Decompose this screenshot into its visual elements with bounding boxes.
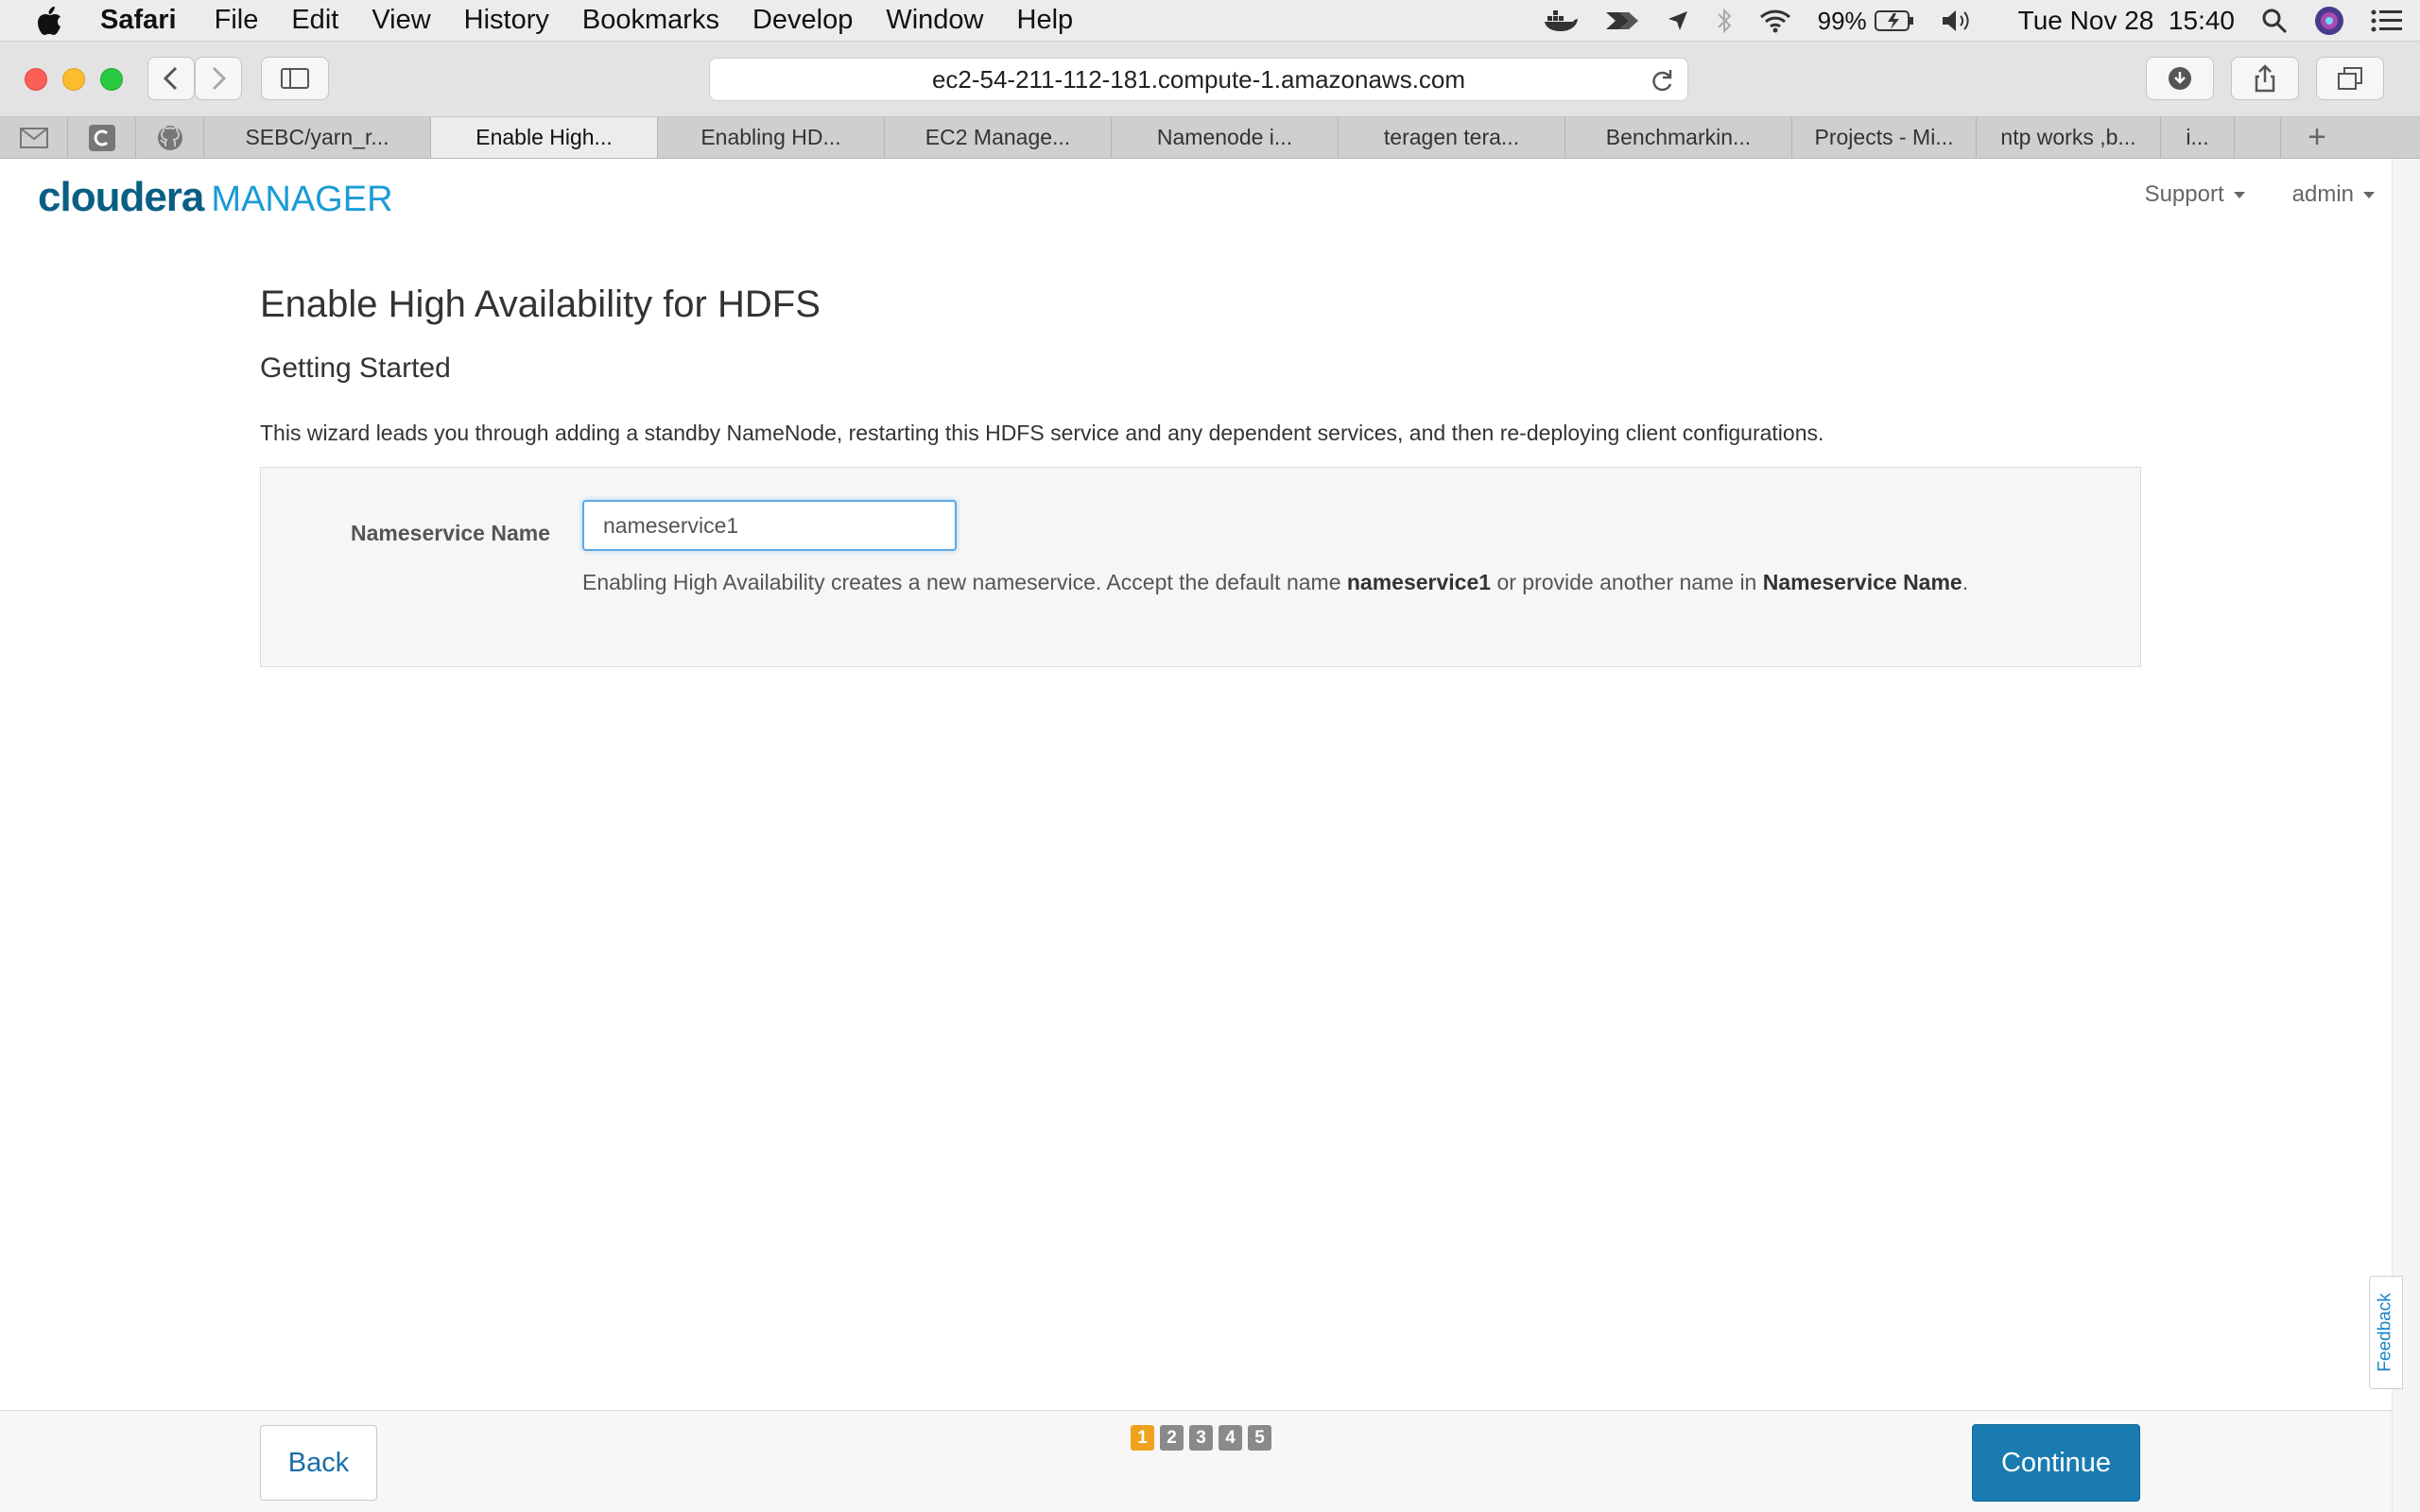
tab-enable-high-availability[interactable]: Enable High...: [431, 117, 658, 158]
apple-logo-icon[interactable]: [36, 6, 72, 36]
cloudera-manager-logo[interactable]: cloudera MANAGER: [38, 174, 393, 221]
nameservice-help-text: Enabling High Availability creates a new…: [582, 570, 1968, 595]
step-indicator: 1 2 3 4 5: [1131, 1425, 1271, 1451]
window-close-button[interactable]: [25, 68, 47, 91]
share-button[interactable]: [2231, 57, 2299, 100]
caret-down-icon: [2363, 191, 2375, 198]
feedback-label: Feedback: [2376, 1293, 2396, 1372]
help-suffix: .: [1962, 570, 1969, 594]
siri-icon[interactable]: [2314, 6, 2344, 36]
menu-history[interactable]: History: [464, 5, 549, 36]
chevron-right-icon: [212, 66, 227, 91]
battery-percent: 99%: [1817, 6, 1867, 35]
tab-bar: SEBC/yarn_r... Enable High... Enabling H…: [0, 117, 2420, 159]
url-bar[interactable]: ec2-54-211-112-181.compute-1.amazonaws.c…: [709, 58, 1688, 101]
new-tab-button[interactable]: +: [2281, 117, 2353, 158]
user-menu[interactable]: admin: [2292, 181, 2375, 208]
page-title: Enable High Availability for HDFS: [260, 284, 821, 325]
tab-enabling-hdfs[interactable]: Enabling HD...: [658, 117, 885, 158]
support-menu-label: Support: [2144, 181, 2224, 207]
help-middle: or provide another name in: [1491, 570, 1763, 594]
sidebar-toggle-button[interactable]: [261, 57, 329, 100]
battery-charging-icon[interactable]: [1874, 9, 1914, 32]
macos-menu-bar: Safari File Edit View History Bookmarks …: [0, 0, 2420, 42]
help-field-name: Nameservice Name: [1762, 570, 1962, 594]
caret-down-icon: [2233, 191, 2245, 198]
window-minimize-button[interactable]: [62, 68, 85, 91]
forward-nav-button[interactable]: [195, 57, 242, 100]
spotlight-search-icon[interactable]: [2261, 8, 2288, 34]
nameservice-form: Nameservice Name Enabling High Availabil…: [260, 467, 2141, 667]
download-icon: [2169, 67, 2191, 90]
tab-benchmarking[interactable]: Benchmarkin...: [1565, 117, 1792, 158]
github-icon: [157, 125, 182, 150]
tab-overview-button[interactable]: [2316, 57, 2384, 100]
tab-namenode[interactable]: Namenode i...: [1112, 117, 1339, 158]
help-default-name: nameservice1: [1346, 570, 1492, 594]
location-arrow-icon[interactable]: [1667, 9, 1689, 32]
logo-sub-text: MANAGER: [211, 180, 393, 219]
menu-window[interactable]: Window: [886, 5, 983, 36]
wifi-icon[interactable]: [1759, 9, 1791, 33]
back-nav-button[interactable]: [147, 57, 195, 100]
chevron-left-icon: [163, 66, 178, 91]
wizard-description: This wizard leads you through adding a s…: [260, 421, 1824, 445]
pinned-tab-c[interactable]: [68, 117, 136, 158]
step-4[interactable]: 4: [1219, 1425, 1242, 1451]
tab-ntp-works[interactable]: ntp works ,b...: [1977, 117, 2161, 158]
help-prefix: Enabling High Availability creates a new…: [582, 570, 1347, 594]
docker-icon[interactable]: [1544, 9, 1578, 33]
feedback-tab[interactable]: Feedback: [2369, 1276, 2403, 1389]
menu-app-safari[interactable]: Safari: [100, 5, 177, 36]
menu-help[interactable]: Help: [1017, 5, 1074, 36]
menu-file[interactable]: File: [215, 5, 259, 36]
wizard-content: Enable High Availability for HDFS Gettin…: [260, 284, 2141, 667]
tab-overflow: [2235, 117, 2281, 158]
pinned-tab-github[interactable]: [136, 117, 204, 158]
notification-center-icon[interactable]: [2371, 9, 2403, 33]
menubar-clock[interactable]: Tue Nov 28 15:40: [2018, 6, 2235, 36]
menu-edit[interactable]: Edit: [291, 5, 338, 36]
wizard-footer: Back 1 2 3 4 5 Continue: [0, 1410, 2392, 1512]
step-5[interactable]: 5: [1248, 1425, 1271, 1451]
downloads-button[interactable]: [2146, 57, 2214, 100]
user-menu-label: admin: [2291, 181, 2354, 207]
header-nav: Support admin: [2145, 181, 2375, 208]
nameservice-name-label: Nameservice Name: [351, 521, 550, 545]
tab-teragen[interactable]: teragen tera...: [1339, 117, 1565, 158]
menu-bookmarks[interactable]: Bookmarks: [582, 5, 719, 36]
share-icon: [2255, 64, 2275, 93]
volume-icon[interactable]: [1941, 9, 1973, 33]
tab-sebc-yarn[interactable]: SEBC/yarn_r...: [204, 117, 431, 158]
tab-truncated[interactable]: i...: [2161, 117, 2235, 158]
menu-develop[interactable]: Develop: [752, 5, 853, 36]
menu-view[interactable]: View: [372, 5, 430, 36]
browser-toolbar: ec2-54-211-112-181.compute-1.amazonaws.c…: [0, 42, 2420, 117]
tabs-overview-icon: [2338, 67, 2362, 90]
window-zoom-button[interactable]: [100, 68, 123, 91]
step-2[interactable]: 2: [1160, 1425, 1184, 1451]
tab-projects[interactable]: Projects - Mi...: [1792, 117, 1977, 158]
support-menu[interactable]: Support: [2145, 181, 2245, 208]
mail-icon: [19, 127, 48, 148]
step-title: Getting Started: [260, 352, 451, 384]
step-3[interactable]: 3: [1189, 1425, 1213, 1451]
logo-main-text: cloudera: [38, 174, 204, 220]
transmit-icon[interactable]: [1604, 9, 1640, 33]
back-button[interactable]: Back: [260, 1425, 377, 1501]
reload-icon[interactable]: [1650, 67, 1674, 100]
pinned-tab-mail[interactable]: [0, 117, 68, 158]
app-header: cloudera MANAGER Support admin: [0, 159, 2420, 234]
continue-button[interactable]: Continue: [1972, 1424, 2140, 1502]
step-1[interactable]: 1: [1131, 1425, 1154, 1451]
bluetooth-icon[interactable]: [1716, 8, 1733, 34]
nameservice-name-input[interactable]: [582, 500, 957, 551]
sidebar-icon: [281, 68, 309, 89]
url-text: ec2-54-211-112-181.compute-1.amazonaws.c…: [931, 64, 1466, 94]
tab-ec2-management[interactable]: EC2 Manage...: [885, 117, 1112, 158]
c-badge-icon: [88, 124, 115, 151]
